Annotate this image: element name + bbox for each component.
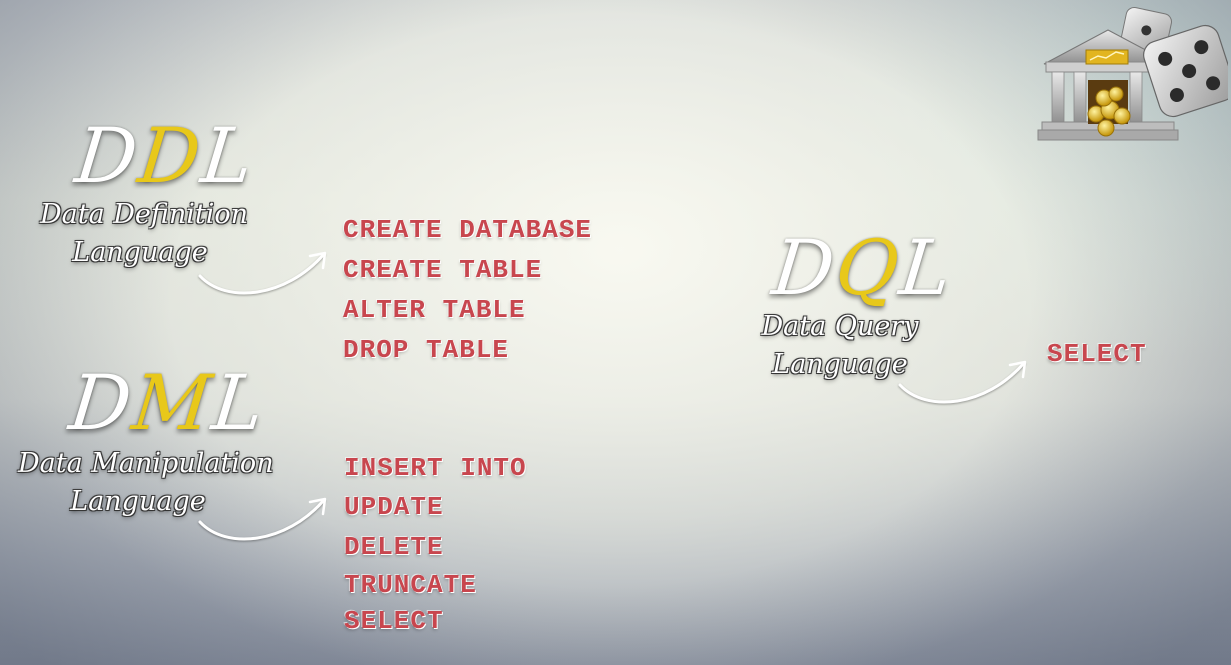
ddl-curved-arrow-icon [198, 251, 327, 295]
dml-acronym: DML [65, 358, 270, 447]
dml-command-item: INSERT INTO [344, 453, 527, 483]
dql-subtitle-line1: Data Query [761, 311, 919, 342]
ddl-command-item: CREATE TABLE [343, 255, 543, 285]
dml-command-item: UPDATE [344, 492, 444, 522]
dml-acronym-highlight: M [128, 358, 218, 447]
ddl-acronym-prefix: D [71, 111, 144, 200]
dql-acronym-highlight: Q [831, 223, 905, 312]
dml-command-item: TRUNCATE [344, 570, 477, 600]
ddl-acronym-highlight: D [134, 111, 207, 200]
dml-acronym-suffix: L [208, 358, 270, 447]
dml-subtitle-line1: Data Manipulation [18, 448, 274, 479]
dml-command-item: SELECT [344, 606, 444, 636]
bank-and-dice-icon [1037, 6, 1228, 141]
ddl-command-item: ALTER TABLE [343, 295, 526, 325]
dml-command-list: INSERT INTO UPDATE DELETE TRUNCATE SELECT [344, 450, 527, 639]
ddl-subtitle-line1: Data Definition [40, 199, 249, 230]
dml-acronym-prefix: D [65, 358, 138, 447]
dml-command-item: DELETE [344, 532, 444, 562]
ddl-command-list: CREATE DATABASE CREATE TABLE ALTER TABLE DR… [343, 210, 592, 370]
dql-command-list: SELECT [1047, 336, 1147, 372]
dql-acronym-prefix: D [768, 223, 841, 312]
dql-acronym-suffix: L [895, 223, 958, 312]
dml-curved-arrow-icon [198, 497, 327, 541]
ddl-acronym: DDL [71, 111, 259, 200]
dql-command-item: SELECT [1047, 339, 1147, 369]
dql-curved-arrow-icon [898, 360, 1027, 404]
ddl-command-item: DROP TABLE [343, 335, 510, 365]
dql-acronym: DQL [768, 223, 957, 312]
ddl-acronym-suffix: L [197, 111, 260, 200]
ddl-command-item: CREATE DATABASE [343, 215, 593, 245]
